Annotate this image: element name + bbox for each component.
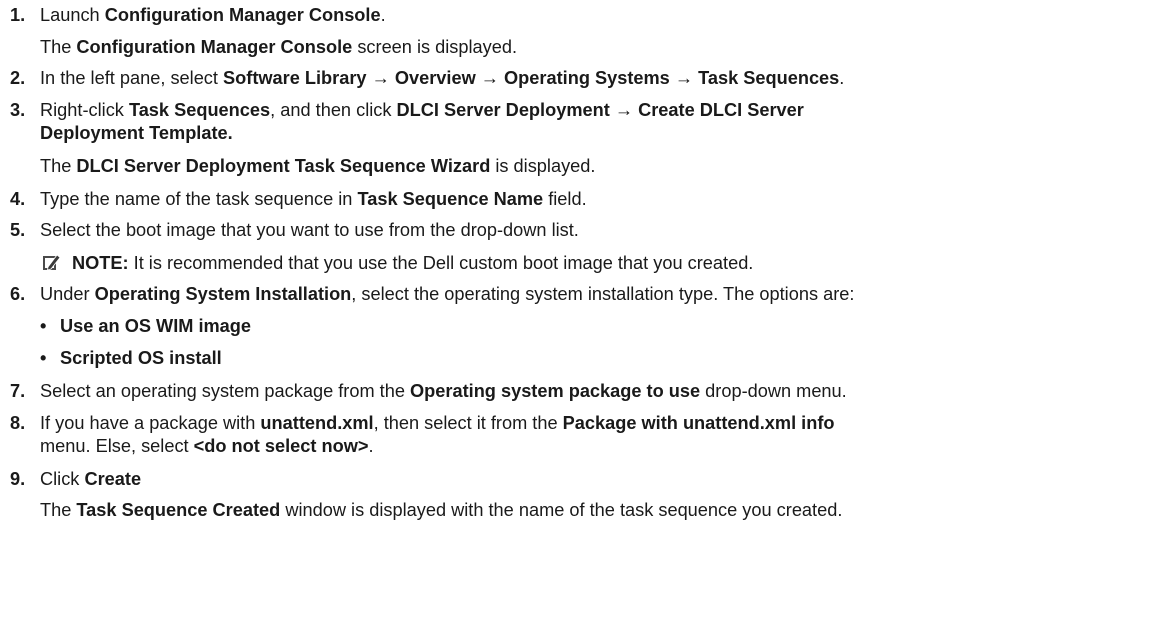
text-run: is displayed.	[490, 156, 596, 176]
step-text: The Configuration Manager Console screen…	[40, 36, 517, 58]
text-run: .	[380, 5, 386, 25]
text-run: →	[669, 68, 699, 88]
step-text: Launch Configuration Manager Console.	[40, 4, 386, 26]
text-run: .	[368, 436, 374, 456]
text-run: , select the operating system installati…	[351, 284, 855, 304]
bold-term: Software Library	[223, 68, 367, 88]
bold-term: Create DLCI Server	[638, 100, 804, 120]
option-label: Scripted OS install	[60, 348, 222, 368]
step-text: In the left pane, select Software Librar…	[40, 67, 844, 89]
bullet-mark: •	[40, 316, 47, 336]
step-number: 7.	[10, 381, 26, 401]
step-text: Deployment Template.	[40, 122, 233, 144]
step-text: The DLCI Server Deployment Task Sequence…	[40, 155, 595, 177]
note-label: NOTE:	[72, 253, 129, 273]
document-page: 1. Launch Configuration Manager Console. T…	[0, 0, 1153, 629]
text-run: drop-down menu.	[700, 381, 847, 401]
text-run: Select an operating system package from …	[40, 381, 411, 401]
pencil-note-icon	[42, 252, 62, 272]
text-run: field.	[543, 189, 587, 209]
bold-term: DLCI Server Deployment	[396, 100, 610, 120]
step-number: 3.	[10, 100, 26, 120]
text-run: Select the boot image that you want to u…	[40, 220, 579, 240]
bold-term: Task Sequence Name	[357, 189, 544, 209]
bold-term: Deployment Template.	[40, 123, 233, 143]
note-text: NOTE: It is recommended that you use the…	[72, 252, 753, 274]
step-text: Under Operating System Installation, sel…	[40, 283, 854, 305]
text-run: The	[40, 500, 77, 520]
text-run: , then select it from the	[373, 413, 563, 433]
text-run: Right-click	[40, 100, 129, 120]
step-text: Select the boot image that you want to u…	[40, 219, 579, 241]
bold-term: Operating Systems	[504, 68, 670, 88]
step-text: Click Create	[40, 468, 141, 490]
bold-term: Task Sequence Created	[76, 500, 281, 520]
bold-term: <do not select now>	[193, 436, 369, 456]
bold-term: Create	[84, 469, 142, 489]
text-run: In the left pane, select	[40, 68, 224, 88]
bold-term: Task Sequences	[698, 68, 840, 88]
step-text: If you have a package with unattend.xml,…	[40, 412, 835, 434]
text-run: Click	[40, 469, 85, 489]
note-body: It is recommended that you use the Dell …	[128, 253, 754, 273]
step-text: The Task Sequence Created window is disp…	[40, 499, 842, 521]
text-run: , and then click	[270, 100, 397, 120]
text-run: Launch	[40, 5, 105, 25]
step-number: 8.	[10, 413, 26, 433]
text-run: screen is displayed.	[352, 37, 518, 57]
text-run: .	[839, 68, 845, 88]
step-number: 2.	[10, 68, 26, 88]
bold-term: unattend.xml	[260, 413, 374, 433]
step-number: 1.	[10, 5, 26, 25]
bullet-mark: •	[40, 348, 47, 368]
step-text: menu. Else, select <do not select now>.	[40, 435, 374, 457]
text-run: The	[40, 37, 77, 57]
step-number: 4.	[10, 189, 26, 209]
bold-term: Operating system package to use	[410, 381, 701, 401]
text-run: The	[40, 156, 77, 176]
bold-term: Operating System Installation	[94, 284, 352, 304]
bold-term: Configuration Manager Console	[104, 5, 381, 25]
text-run: If you have a package with	[40, 413, 261, 433]
text-run: →	[475, 68, 505, 88]
text-run: →	[366, 68, 395, 88]
text-run: →	[609, 100, 639, 120]
step-number: 9.	[10, 469, 26, 489]
bold-term: Overview	[394, 68, 476, 88]
text-run: menu. Else, select	[40, 436, 194, 456]
step-text: Right-click Task Sequences, and then cli…	[40, 99, 804, 121]
text-run: Type the name of the task sequence in	[40, 189, 358, 209]
step-number: 5.	[10, 220, 26, 240]
bold-term: DLCI Server Deployment Task Sequence Wiz…	[76, 156, 491, 176]
text-run: Under	[40, 284, 95, 304]
text-run: window is displayed with the name of the…	[280, 500, 843, 520]
step-text: Select an operating system package from …	[40, 380, 847, 402]
bold-term: Package with unattend.xml info	[562, 413, 835, 433]
option-label: Use an OS WIM image	[60, 316, 252, 336]
step-text: Type the name of the task sequence in Ta…	[40, 188, 587, 210]
bold-term: Task Sequences	[128, 100, 271, 120]
bold-term: Configuration Manager Console	[76, 37, 353, 57]
step-number: 6.	[10, 284, 26, 304]
